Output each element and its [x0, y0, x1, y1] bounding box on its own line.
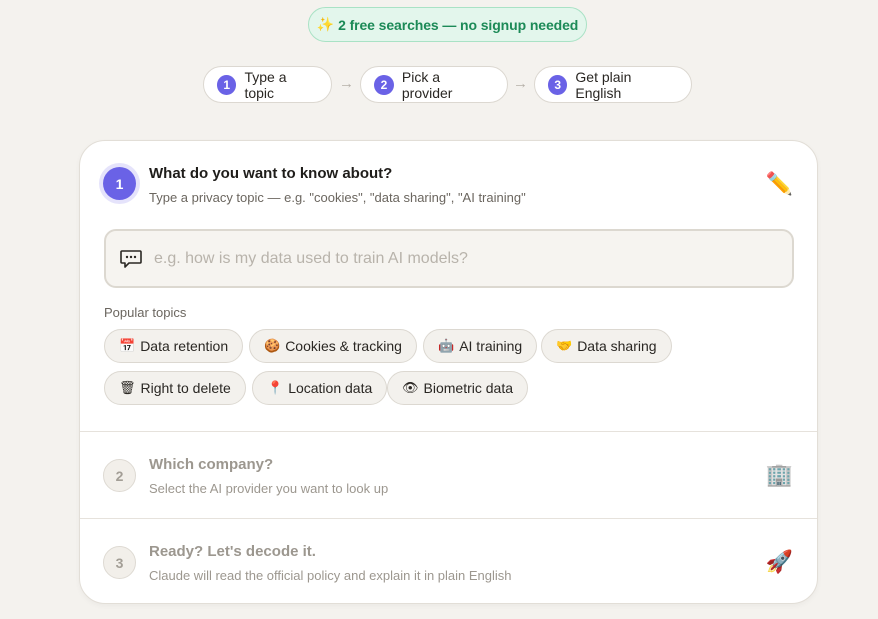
- trash-icon: 🗑: [119, 380, 136, 395]
- stepper-step-number: 1: [217, 74, 237, 95]
- chip-label: Right to delete: [140, 380, 231, 396]
- topic-search-input[interactable]: [154, 249, 754, 268]
- office-building-icon: 🏢: [765, 462, 793, 487]
- robot-icon: 🤖: [438, 338, 455, 353]
- topic-chip-data-retention[interactable]: 📅 Data retention: [104, 329, 244, 363]
- page: ✨ 2 free searches — no signup needed 1 T…: [0, 0, 878, 619]
- step-company-section: 2 Which company? Select the AI provider …: [80, 431, 817, 518]
- stepper-step-number: 3: [548, 74, 568, 95]
- topic-chip-cookies[interactable]: 🍪 Cookies & tracking: [249, 329, 417, 363]
- arrow-right-icon: →: [339, 75, 354, 92]
- calendar-icon: 📅: [119, 338, 136, 353]
- topic-chip-right-to-delete[interactable]: 🗑 Right to delete: [104, 371, 246, 405]
- stepper-step-3[interactable]: 3 Get plain English: [534, 66, 692, 103]
- topic-chip-ai-training[interactable]: 🤖 AI training: [423, 329, 538, 363]
- step-number-badge: 1: [103, 167, 136, 200]
- step-decode-section: 3 Ready? Let's decode it. Claude will re…: [80, 518, 817, 603]
- step-topic-section: 1 What do you want to know about? Type a…: [80, 141, 817, 431]
- step-subtitle: Select the AI provider you want to look …: [149, 481, 389, 496]
- step-number-badge: 2: [103, 459, 136, 492]
- step-title: Which company?: [149, 456, 274, 473]
- chat-bubble-icon: [120, 249, 142, 269]
- stepper: 1 Type a topic → 2 Pick a provider → 3 G…: [0, 66, 878, 103]
- chip-label: Cookies & tracking: [285, 338, 402, 354]
- step-title: What do you want to know about?: [149, 165, 393, 182]
- wizard-card: 1 What do you want to know about? Type a…: [79, 140, 818, 604]
- arrow-right-icon: →: [513, 75, 528, 92]
- topic-chip-data-sharing[interactable]: 🤝 Data sharing: [541, 329, 672, 363]
- banner-text: 2 free searches — no signup needed: [338, 16, 579, 33]
- chip-label: AI training: [459, 338, 523, 354]
- pin-icon: 📍: [267, 380, 284, 395]
- rocket-icon: 🚀: [765, 549, 793, 574]
- eye-icon: 👁: [402, 380, 419, 395]
- stepper-step-label: Type a topic: [244, 68, 287, 101]
- topic-chip-location-data[interactable]: 📍 Location data: [252, 371, 388, 405]
- cookie-icon: 🍪: [264, 338, 281, 353]
- stepper-step-1[interactable]: 1 Type a topic: [203, 66, 332, 103]
- free-searches-banner: ✨ 2 free searches — no signup needed: [308, 7, 587, 42]
- stepper-step-label: Pick a provider: [401, 68, 453, 101]
- handshake-icon: 🤝: [556, 338, 573, 353]
- stepper-step-label: Get plain English: [575, 68, 632, 101]
- stepper-step-number: 2: [374, 74, 394, 95]
- stepper-step-2[interactable]: 2 Pick a provider: [360, 66, 508, 103]
- chip-label: Biometric data: [423, 380, 513, 396]
- chip-label: Location data: [288, 380, 373, 396]
- step-title: Ready? Let's decode it.: [149, 543, 316, 560]
- topic-search-field[interactable]: [104, 229, 794, 288]
- step-number-badge: 3: [103, 546, 136, 579]
- step-subtitle: Type a privacy topic — e.g. "cookies", "…: [149, 190, 526, 205]
- step-subtitle: Claude will read the official policy and…: [149, 568, 512, 583]
- topic-chip-biometric-data[interactable]: 👁 Biometric data: [387, 371, 528, 405]
- chip-label: Data retention: [140, 338, 229, 354]
- popular-topics-label: Popular topics: [104, 305, 187, 320]
- chip-label: Data sharing: [577, 338, 657, 354]
- sparkle-icon: ✨: [316, 16, 335, 32]
- pencil-icon: ✏️: [765, 171, 793, 196]
